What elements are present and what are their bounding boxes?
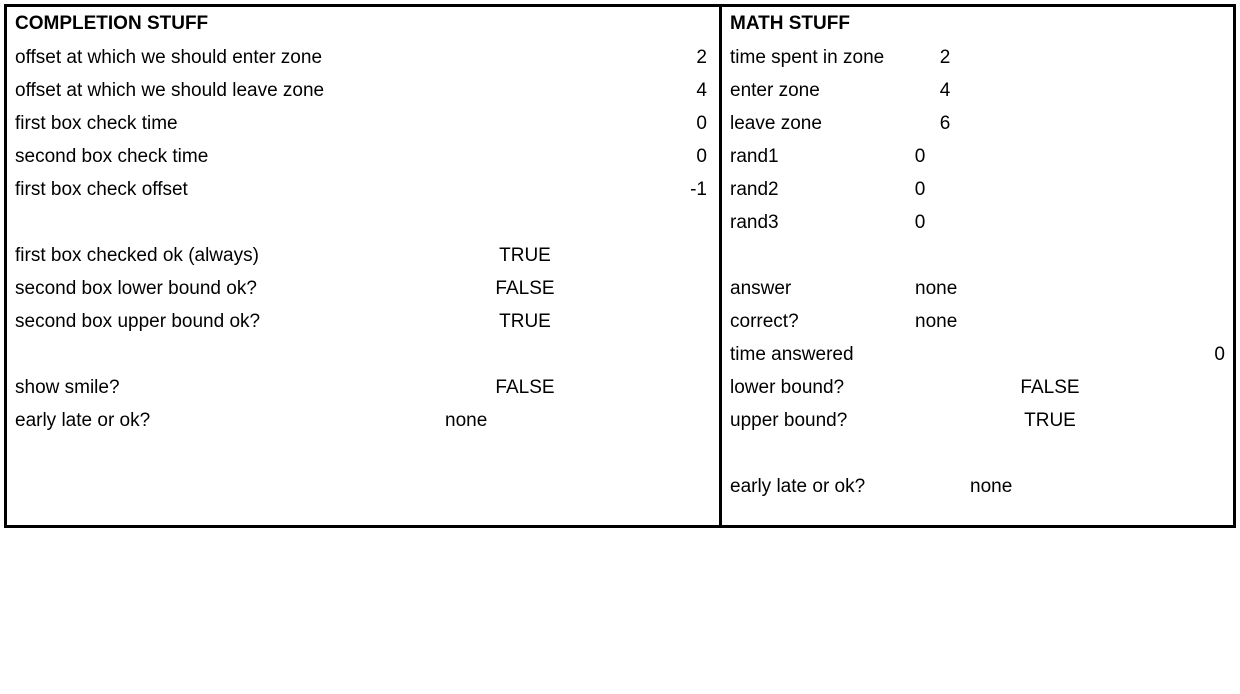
table-row: time answered 0 <box>730 338 1225 371</box>
value: none <box>445 404 520 437</box>
label: rand3 <box>730 206 895 239</box>
table-row: first box checked ok (always) TRUE <box>15 239 711 272</box>
table-row: early late or ok? none <box>730 470 1225 503</box>
label: early late or ok? <box>15 404 445 437</box>
value: 6 <box>920 107 970 140</box>
label: leave zone <box>730 107 920 140</box>
label: first box checked ok (always) <box>15 239 445 272</box>
label: rand2 <box>730 173 895 206</box>
value: FALSE <box>445 371 605 404</box>
value: FALSE <box>990 371 1110 404</box>
label: offset at which we should leave zone <box>15 74 445 107</box>
label: enter zone <box>730 74 920 107</box>
table-row: enter zone 4 <box>730 74 1225 107</box>
table-row: second box check time 0 <box>15 140 711 173</box>
table-row: rand1 0 <box>730 140 1225 173</box>
value: TRUE <box>445 239 605 272</box>
spreadsheet-table: COMPLETION STUFF offset at which we shou… <box>4 4 1236 528</box>
table-row: rand3 0 <box>730 206 1225 239</box>
label: first box check offset <box>15 173 445 206</box>
value: TRUE <box>445 305 605 338</box>
value: 0 <box>895 140 945 173</box>
value: TRUE <box>990 404 1110 437</box>
value: -1 <box>445 173 707 206</box>
table-row: offset at which we should enter zone 2 <box>15 41 711 74</box>
table-row: show smile? FALSE <box>15 371 711 404</box>
table-row: offset at which we should leave zone 4 <box>15 74 711 107</box>
label: second box upper bound ok? <box>15 305 445 338</box>
value: 0 <box>895 173 945 206</box>
value: none <box>915 272 990 305</box>
table-row: early late or ok? none <box>15 404 711 437</box>
value: 0 <box>920 338 1225 371</box>
value: none <box>915 305 990 338</box>
table-row: first box check offset -1 <box>15 173 711 206</box>
table-row: leave zone 6 <box>730 107 1225 140</box>
completion-stuff-title: COMPLETION STUFF <box>15 13 711 35</box>
value: 4 <box>920 74 970 107</box>
label: second box check time <box>15 140 445 173</box>
label: rand1 <box>730 140 895 173</box>
label: upper bound? <box>730 404 990 437</box>
value: 2 <box>920 41 970 74</box>
label: first box check time <box>15 107 445 140</box>
label: answer <box>730 272 915 305</box>
math-stuff-title: MATH STUFF <box>730 13 1225 35</box>
table-row: second box upper bound ok? TRUE <box>15 305 711 338</box>
label: correct? <box>730 305 915 338</box>
table-row: correct? none <box>730 305 1225 338</box>
value: FALSE <box>445 272 605 305</box>
label: second box lower bound ok? <box>15 272 445 305</box>
label: time spent in zone <box>730 41 920 74</box>
completion-stuff-column: COMPLETION STUFF offset at which we shou… <box>7 7 722 525</box>
table-row: answer none <box>730 272 1225 305</box>
table-row: time spent in zone 2 <box>730 41 1225 74</box>
label: show smile? <box>15 371 445 404</box>
label: offset at which we should enter zone <box>15 41 445 74</box>
table-row: rand2 0 <box>730 173 1225 206</box>
table-row: lower bound? FALSE <box>730 371 1225 404</box>
label: early late or ok? <box>730 470 970 503</box>
label: time answered <box>730 338 920 371</box>
table-row: upper bound? TRUE <box>730 404 1225 437</box>
value: 0 <box>445 140 707 173</box>
value: 0 <box>445 107 707 140</box>
math-stuff-column: MATH STUFF time spent in zone 2 enter zo… <box>722 7 1233 525</box>
value: 4 <box>445 74 707 107</box>
table-row: second box lower bound ok? FALSE <box>15 272 711 305</box>
label: lower bound? <box>730 371 990 404</box>
table-row: first box check time 0 <box>15 107 711 140</box>
value: none <box>970 470 1050 503</box>
value: 0 <box>895 206 945 239</box>
value: 2 <box>445 41 707 74</box>
